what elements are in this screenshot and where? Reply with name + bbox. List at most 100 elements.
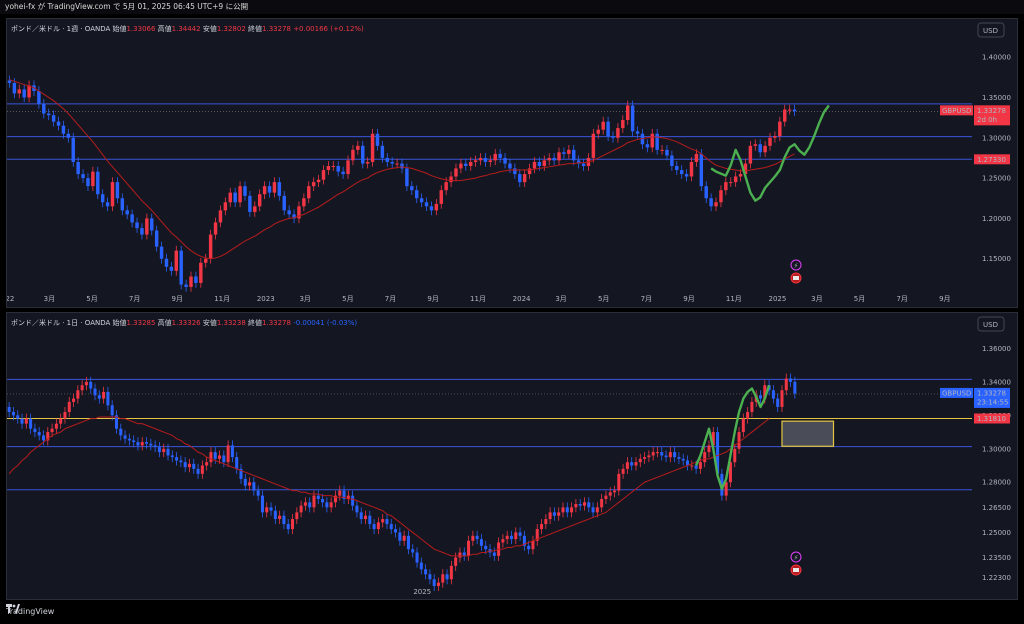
candle[interactable]: [792, 109, 797, 112]
candle[interactable]: [222, 455, 226, 463]
moving-average-line[interactable]: [8, 416, 770, 557]
candle[interactable]: [106, 391, 110, 406]
candle[interactable]: [56, 121, 61, 126]
candle[interactable]: [235, 457, 239, 469]
candle[interactable]: [562, 152, 566, 154]
candle[interactable]: [572, 149, 576, 161]
candle[interactable]: [303, 502, 307, 506]
candle[interactable]: [613, 490, 617, 493]
candle[interactable]: [22, 89, 26, 98]
candle[interactable]: [557, 512, 561, 516]
candle[interactable]: [189, 276, 193, 287]
candle[interactable]: [140, 228, 144, 235]
candle[interactable]: [153, 445, 157, 448]
candle[interactable]: [625, 462, 629, 469]
candle[interactable]: [484, 545, 488, 550]
candle[interactable]: [699, 153, 704, 187]
candle[interactable]: [473, 160, 478, 162]
candle[interactable]: [265, 507, 269, 513]
candle[interactable]: [336, 166, 340, 172]
candle[interactable]: [673, 452, 677, 458]
candle[interactable]: [509, 535, 513, 540]
candle[interactable]: [574, 503, 578, 508]
candle[interactable]: [205, 462, 209, 466]
candle[interactable]: [479, 539, 483, 546]
candle[interactable]: [61, 125, 66, 134]
candle[interactable]: [105, 202, 110, 207]
candle[interactable]: [617, 473, 621, 491]
candle[interactable]: [370, 133, 375, 162]
candle[interactable]: [604, 495, 608, 499]
candle[interactable]: [441, 574, 445, 583]
candle[interactable]: [439, 190, 443, 204]
candle[interactable]: [316, 179, 321, 183]
candle[interactable]: [41, 435, 45, 441]
candle[interactable]: [187, 463, 191, 468]
candle[interactable]: [532, 161, 537, 169]
candle[interactable]: [503, 157, 507, 164]
green-projection-curve[interactable]: [694, 384, 771, 491]
daily-chart-svg[interactable]: ポンド／米ドル · 1日 · OANDA 始値1.33285 高値1.33326…: [7, 313, 1017, 599]
candle[interactable]: [80, 385, 84, 391]
candle[interactable]: [394, 529, 398, 533]
candle[interactable]: [226, 445, 230, 463]
candle[interactable]: [719, 190, 723, 203]
candle[interactable]: [365, 161, 370, 164]
candle[interactable]: [287, 210, 291, 215]
candle[interactable]: [97, 395, 101, 399]
candle[interactable]: [548, 512, 552, 520]
candle[interactable]: [625, 105, 630, 121]
candle[interactable]: [233, 192, 237, 203]
candle[interactable]: [415, 190, 419, 199]
candle[interactable]: [59, 418, 63, 424]
candle[interactable]: [33, 428, 37, 433]
candle[interactable]: [621, 468, 625, 474]
candle[interactable]: [130, 214, 134, 223]
candle[interactable]: [567, 149, 571, 154]
candle[interactable]: [164, 258, 169, 267]
candle[interactable]: [37, 91, 41, 104]
candle[interactable]: [24, 418, 28, 424]
candle[interactable]: [419, 198, 424, 203]
candle[interactable]: [145, 218, 149, 235]
candle[interactable]: [753, 144, 758, 146]
candle[interactable]: [698, 462, 702, 469]
candle[interactable]: [119, 428, 123, 436]
candle[interactable]: [273, 510, 277, 520]
candle[interactable]: [361, 145, 365, 164]
candle[interactable]: [63, 411, 67, 419]
currency-label[interactable]: USD: [983, 27, 998, 35]
candle[interactable]: [655, 133, 659, 150]
candle[interactable]: [385, 519, 389, 525]
candle[interactable]: [449, 565, 453, 580]
candle[interactable]: [459, 163, 463, 169]
tradingview-footer[interactable]: TradingView: [6, 604, 54, 620]
candle[interactable]: [707, 445, 711, 453]
target-zone-box[interactable]: [781, 420, 835, 447]
candle[interactable]: [501, 539, 505, 543]
candle[interactable]: [750, 401, 754, 412]
candle[interactable]: [748, 145, 753, 164]
candle[interactable]: [454, 168, 458, 177]
green-projection-curve[interactable]: [710, 104, 830, 202]
candle[interactable]: [780, 390, 784, 407]
candle[interactable]: [645, 144, 650, 148]
candle[interactable]: [209, 452, 213, 463]
candle[interactable]: [125, 210, 129, 215]
candle[interactable]: [621, 120, 625, 129]
candle[interactable]: [91, 171, 95, 187]
candle[interactable]: [660, 149, 664, 151]
candle[interactable]: [381, 519, 385, 523]
candle[interactable]: [257, 194, 262, 207]
candle[interactable]: [42, 103, 46, 114]
candle[interactable]: [200, 465, 204, 474]
candle[interactable]: [630, 105, 635, 132]
candle[interactable]: [650, 133, 654, 148]
candle[interactable]: [243, 478, 247, 486]
candle[interactable]: [675, 166, 679, 171]
candle[interactable]: [37, 432, 41, 436]
candle[interactable]: [478, 157, 483, 161]
candle[interactable]: [149, 443, 153, 446]
candle[interactable]: [565, 507, 569, 513]
candle[interactable]: [600, 498, 604, 508]
